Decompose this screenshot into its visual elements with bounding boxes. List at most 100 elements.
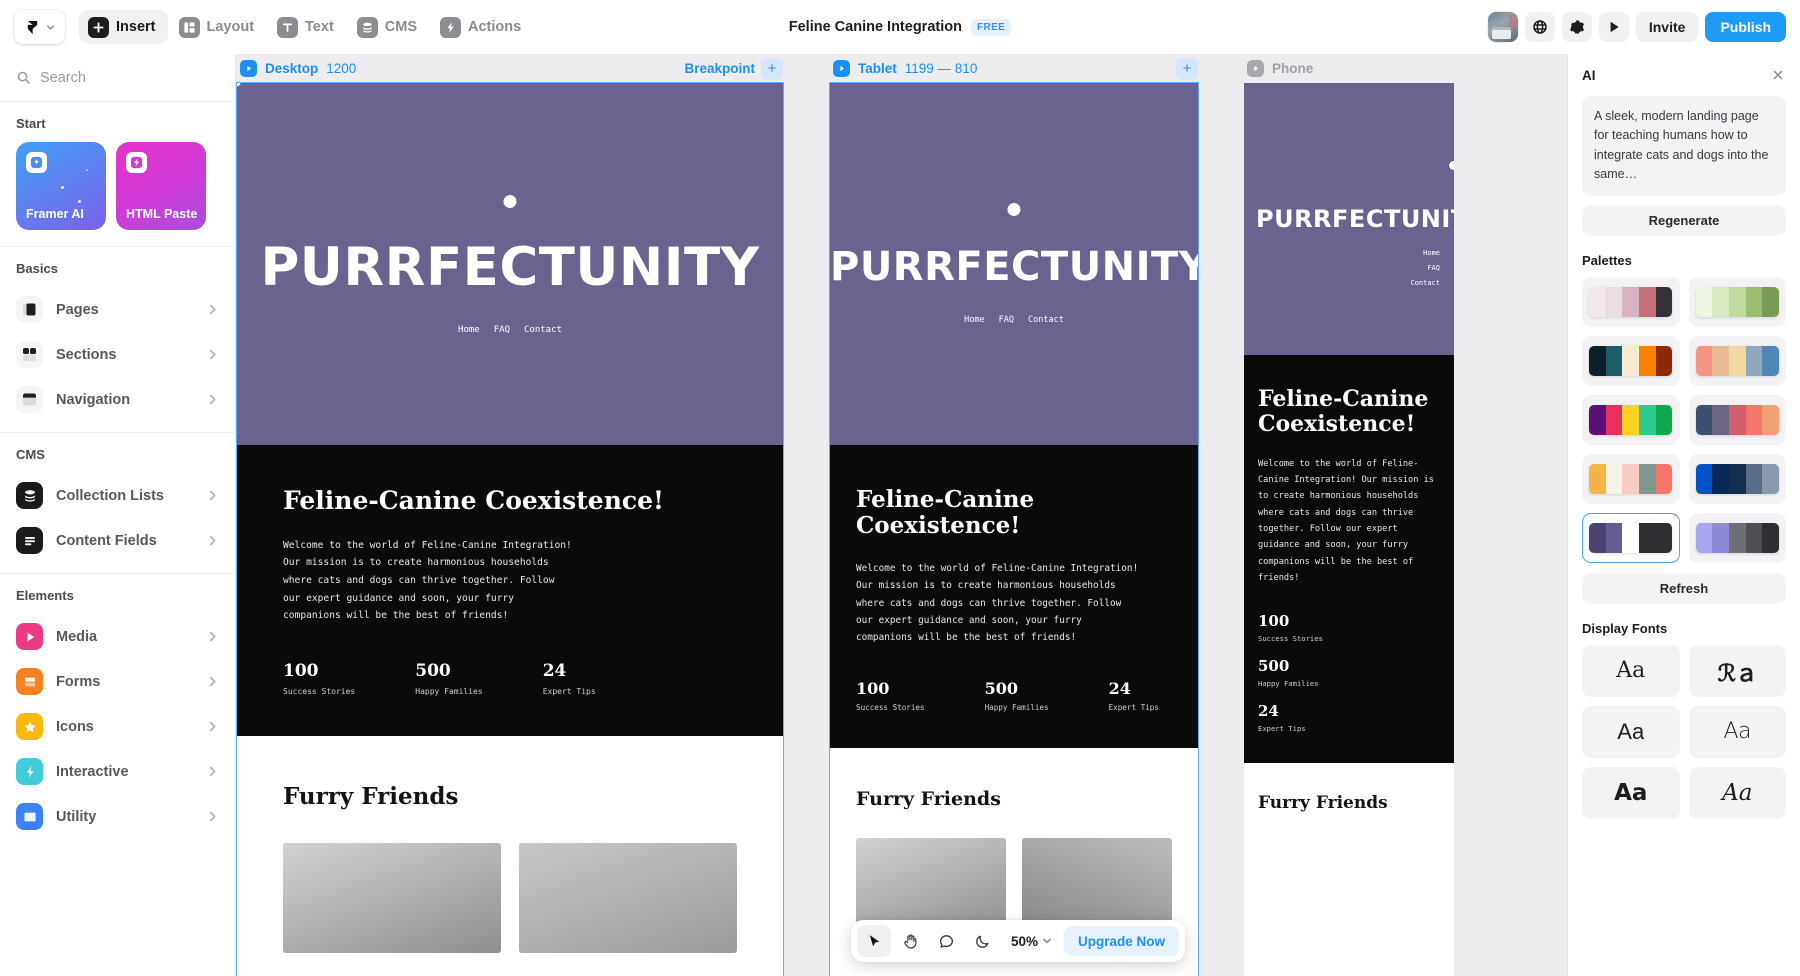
font-option[interactable]: Aa (1582, 766, 1680, 819)
gallery-card[interactable] (856, 837, 1006, 933)
frame-size: 1199 — 810 (904, 61, 978, 76)
frame-tag[interactable]: Desktop 1200 (240, 60, 356, 77)
gallery-cards (283, 843, 737, 954)
editor-body: Search Start Framer AI HTML Paste Basics… (0, 54, 1800, 976)
palette-option[interactable] (1582, 394, 1680, 445)
preview-play-icon[interactable] (1598, 12, 1629, 42)
nav-link-contact[interactable]: Contact (1028, 315, 1064, 325)
intro-body: Welcome to the world of Feline-Canine In… (283, 539, 572, 622)
design-canvas[interactable]: Desktop 1200 Breakpoint + PURRFECTUNITY (236, 54, 1800, 976)
gear-icon[interactable] (1561, 12, 1592, 42)
sidebar-item-icons[interactable]: Icons (0, 704, 235, 749)
sections-icon (16, 341, 43, 368)
start-card-framer-ai[interactable]: Framer AI (16, 142, 106, 230)
nav-link-home[interactable]: Home (964, 315, 984, 325)
publish-button[interactable]: Publish (1705, 12, 1786, 42)
bolt-icon (126, 152, 147, 173)
gallery-card[interactable] (519, 843, 737, 954)
hand-icon[interactable] (893, 925, 927, 957)
frame-canvas-phone[interactable]: PURRFECTUNITY Home FAQ Contact Feline-Ca… (1244, 83, 1454, 976)
gallery-card[interactable] (1022, 837, 1172, 933)
add-breakpoint-button[interactable]: + (1176, 57, 1198, 80)
sidebar-item-forms[interactable]: Forms (0, 659, 235, 704)
framer-logo-button[interactable] (14, 10, 65, 44)
sidebar-item-interactive[interactable]: Interactive (0, 749, 235, 794)
frame-canvas-tablet[interactable]: PURRFECTUNITY Home FAQ Contact Feline-Ca… (829, 82, 1199, 976)
sidebar-item-collection-lists[interactable]: Collection Lists (0, 473, 235, 518)
nav-link-contact[interactable]: Contact (1410, 279, 1440, 287)
sidebar-item-pages[interactable]: Pages (0, 287, 235, 332)
ai-prompt-text[interactable]: A sleek, modern landing page for teachin… (1582, 96, 1786, 196)
add-breakpoint-button[interactable]: + (761, 57, 783, 80)
palette-swatches (1695, 404, 1779, 435)
nav-link-faq[interactable]: FAQ (494, 325, 510, 335)
palette-option[interactable] (1688, 394, 1786, 445)
moon-icon[interactable] (965, 925, 999, 957)
nav-link-home[interactable]: Home (458, 325, 480, 335)
palette-option[interactable] (1582, 335, 1680, 386)
sidebar-item-sections[interactable]: Sections (0, 332, 235, 377)
refresh-button[interactable]: Refresh (1582, 572, 1786, 604)
frame-canvas-desktop[interactable]: PURRFECTUNITY Home FAQ Contact Feline-Ca… (236, 82, 784, 976)
chevron-down-icon (1043, 938, 1051, 944)
cursor-icon[interactable] (856, 925, 891, 957)
sidebar-item-label: Forms (56, 673, 101, 690)
toolbar-tab-text[interactable]: Text (268, 10, 346, 44)
chevron-right-icon (209, 811, 216, 822)
regenerate-button[interactable]: Regenerate (1582, 204, 1786, 236)
palette-swatches (1589, 404, 1673, 435)
frame-size: 1200 (326, 61, 357, 76)
font-option[interactable]: Aa (1688, 705, 1786, 758)
nav-link-faq[interactable]: FAQ (1427, 264, 1440, 272)
palette-option[interactable] (1582, 453, 1680, 504)
palette-option[interactable] (1688, 276, 1786, 327)
close-icon[interactable] (1768, 65, 1788, 85)
start-card-label: Framer AI (26, 207, 84, 221)
sidebar-item-navigation[interactable]: Navigation (0, 377, 235, 422)
stat-label: Happy Families (1258, 679, 1319, 689)
avatar[interactable] (1487, 12, 1518, 42)
gallery-card[interactable] (283, 843, 501, 954)
start-card-html-paste[interactable]: HTML Paste (116, 142, 206, 230)
upgrade-now-button[interactable]: Upgrade Now (1064, 926, 1180, 956)
sidebar-item-content-fields[interactable]: Content Fields (0, 518, 235, 563)
toolbar-tab-actions[interactable]: Actions (431, 10, 533, 44)
globe-icon[interactable] (1524, 12, 1555, 42)
toolbar-tab-layout[interactable]: Layout (170, 10, 267, 44)
top-toolbar: Insert Layout Text CMS Actions Feline Ca… (0, 0, 1800, 54)
toolbar-tab-cms[interactable]: CMS (348, 10, 429, 44)
navigation-icon (16, 386, 43, 413)
frame-name: Desktop (265, 61, 319, 76)
intro-heading: Feline-Canine Coexistence! (1258, 386, 1429, 438)
nav-link-faq[interactable]: FAQ (999, 315, 1014, 325)
font-option[interactable]: Aa (1582, 644, 1680, 697)
toolbar-tab-insert[interactable]: Insert (79, 10, 168, 44)
palette-option[interactable] (1688, 512, 1786, 563)
nav-link-home[interactable]: Home (1423, 249, 1440, 257)
sidebar-item-label: Collection Lists (56, 487, 164, 504)
palette-option[interactable] (1582, 276, 1680, 327)
font-option[interactable]: ℛａ (1688, 644, 1786, 697)
hero-nav: Home FAQ Contact (237, 325, 783, 335)
font-option[interactable]: Aa (1688, 766, 1786, 819)
palette-option[interactable] (1688, 453, 1786, 504)
stat-item: 500 Happy Families (1258, 657, 1440, 688)
intro-body: Welcome to the world of Feline-Canine In… (856, 562, 1139, 644)
nav-link-contact[interactable]: Contact (524, 325, 562, 335)
ai-panel-title: AI (1582, 67, 1596, 83)
font-option[interactable]: Aa (1582, 705, 1680, 758)
invite-button[interactable]: Invite (1635, 12, 1699, 42)
start-cards: Framer AI HTML Paste (0, 142, 235, 236)
palette-option[interactable] (1688, 335, 1786, 386)
stat-item: 24 Expert Tips (1109, 679, 1159, 712)
palette-option-selected[interactable] (1582, 512, 1680, 563)
frame-tag[interactable]: Phone (1247, 60, 1313, 77)
sidebar-item-media[interactable]: Media (0, 614, 235, 659)
comment-icon[interactable] (929, 925, 963, 957)
zoom-control[interactable]: 50% (1001, 926, 1058, 956)
breakpoint-label[interactable]: Breakpoint (684, 61, 755, 76)
star-icon (16, 713, 43, 740)
sidebar-item-utility[interactable]: Utility (0, 794, 235, 839)
frame-tag[interactable]: Tablet 1199 — 810 (833, 60, 977, 77)
search-input[interactable]: Search (0, 54, 235, 102)
